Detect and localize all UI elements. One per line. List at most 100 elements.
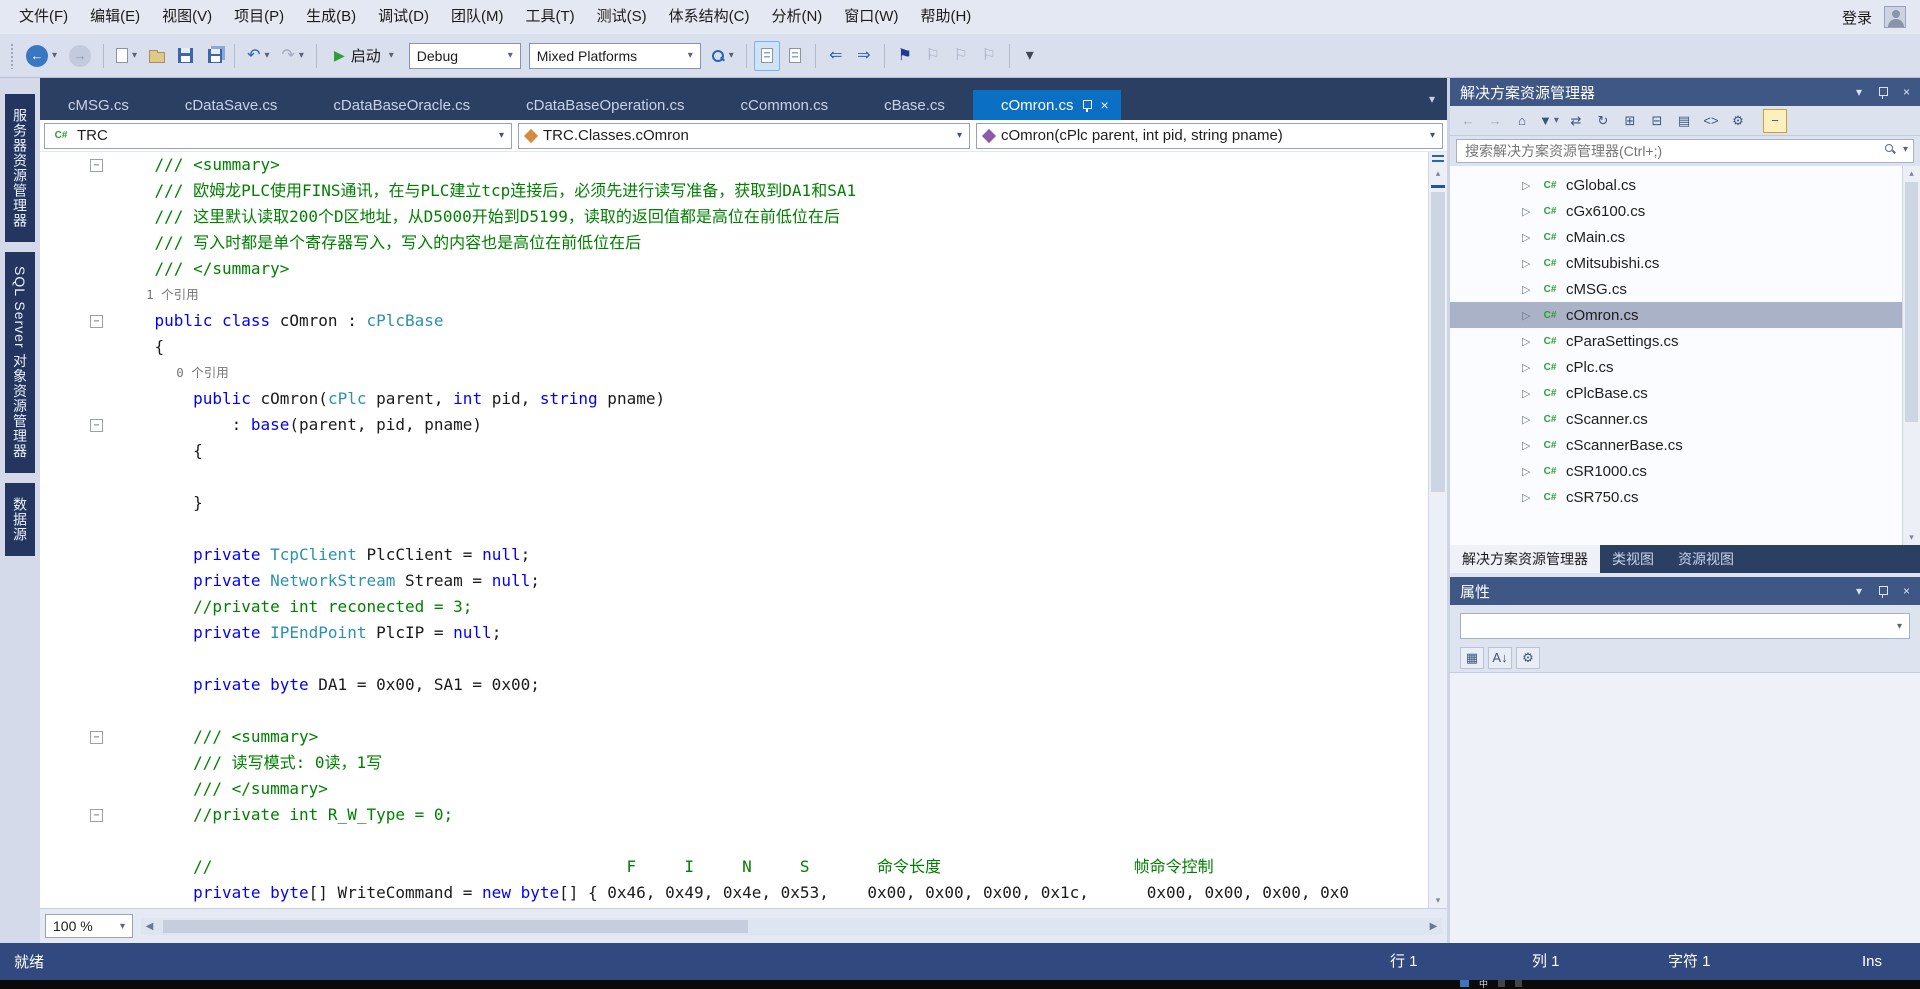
expand-all-icon[interactable]: ⊞ bbox=[1618, 109, 1642, 133]
editor-vertical-scrollbar[interactable]: ▴ ▾ bbox=[1428, 152, 1447, 908]
scroll-up-button[interactable]: ▴ bbox=[1903, 166, 1920, 180]
sync-with-active-document-icon[interactable]: ⇄ bbox=[1564, 109, 1588, 133]
toolbar-options-button[interactable]: ▾ bbox=[1017, 41, 1043, 71]
solution-tree-item[interactable]: ▷C#cSR750.cs bbox=[1450, 484, 1920, 510]
scroll-right-button[interactable]: ▶ bbox=[1425, 921, 1442, 932]
scroll-down-button[interactable]: ▾ bbox=[1903, 530, 1920, 544]
expander-icon[interactable]: ▷ bbox=[1522, 205, 1534, 218]
toggle-bookmark-button[interactable]: ⚑ bbox=[892, 41, 918, 71]
panel-tab[interactable]: 资源视图 bbox=[1666, 545, 1746, 573]
scrollbar-thumb[interactable] bbox=[1905, 182, 1918, 422]
increase-indent-button[interactable]: ⇒ bbox=[851, 41, 877, 71]
filter-icon[interactable]: ▼▾ bbox=[1537, 109, 1561, 133]
expander-icon[interactable]: ▷ bbox=[1522, 491, 1534, 504]
splitter-grip[interactable] bbox=[1432, 155, 1444, 164]
solution-tree-item[interactable]: ▷C#cMitsubishi.cs bbox=[1450, 250, 1920, 276]
expander-icon[interactable]: ▷ bbox=[1522, 387, 1534, 400]
pin-icon[interactable] bbox=[1878, 86, 1887, 99]
properties-header[interactable]: 属性 ▾ × bbox=[1450, 577, 1920, 605]
navigate-back-icon[interactable]: ← bbox=[1456, 109, 1480, 133]
window-position-icon[interactable]: ▾ bbox=[1856, 584, 1862, 598]
solution-tree-item[interactable]: ▷C#cPlcBase.cs bbox=[1450, 380, 1920, 406]
side-tool-tab[interactable]: 服务器资源管理器 bbox=[5, 94, 35, 242]
expander-icon[interactable]: ▷ bbox=[1522, 231, 1534, 244]
solution-tree-item[interactable]: ▷C#cPlc.cs bbox=[1450, 354, 1920, 380]
menu-item[interactable]: 测试(S) bbox=[586, 0, 658, 34]
menu-item[interactable]: 生成(B) bbox=[295, 0, 367, 34]
expander-icon[interactable]: ▷ bbox=[1522, 439, 1534, 452]
menu-item[interactable]: 调试(D) bbox=[367, 0, 440, 34]
close-icon[interactable]: × bbox=[1903, 85, 1910, 99]
properties-grid[interactable] bbox=[1450, 673, 1920, 943]
navigate-forward-button[interactable]: → bbox=[64, 41, 96, 71]
side-tool-tab[interactable]: 数据源 bbox=[5, 483, 35, 556]
redo-button[interactable]: ↷▾ bbox=[277, 41, 309, 71]
menu-item[interactable]: 编辑(E) bbox=[79, 0, 151, 34]
open-file-button[interactable] bbox=[144, 41, 170, 71]
navigate-forward-icon[interactable]: → bbox=[1483, 109, 1507, 133]
solution-tree-item[interactable]: ▷C#cGx6100.cs bbox=[1450, 198, 1920, 224]
pin-icon[interactable] bbox=[1878, 585, 1887, 598]
close-icon[interactable]: × bbox=[1100, 98, 1108, 112]
expander-icon[interactable]: ▷ bbox=[1522, 257, 1534, 270]
expander-icon[interactable]: ▷ bbox=[1522, 179, 1534, 192]
chevron-down-icon[interactable]: ▾ bbox=[1903, 144, 1908, 155]
pin-icon[interactable] bbox=[1082, 99, 1091, 112]
menu-item[interactable]: 文件(F) bbox=[8, 0, 79, 34]
menu-item[interactable]: 团队(M) bbox=[440, 0, 515, 34]
refresh-icon[interactable]: ↻ bbox=[1591, 109, 1615, 133]
solution-tree-item[interactable]: ▷C#cMain.cs bbox=[1450, 224, 1920, 250]
search-input[interactable] bbox=[1456, 139, 1914, 163]
expander-icon[interactable]: ▷ bbox=[1522, 335, 1534, 348]
comment-selection-button[interactable] bbox=[754, 41, 780, 71]
alphabetical-icon[interactable]: A↓ bbox=[1488, 647, 1512, 669]
window-position-icon[interactable]: ▾ bbox=[1856, 85, 1862, 99]
next-bookmark-button[interactable]: ⚐ bbox=[948, 41, 974, 71]
editor-horizontal-scrollbar[interactable]: ◀ ▶ bbox=[141, 918, 1442, 935]
solution-platform-combobox[interactable]: Mixed Platforms ▾ bbox=[529, 43, 701, 69]
side-tool-tab[interactable]: SQL Server 对象资源管理器 bbox=[5, 252, 35, 473]
user-avatar[interactable] bbox=[1884, 6, 1906, 28]
menu-item[interactable]: 体系结构(C) bbox=[658, 0, 761, 34]
tab-overflow-icon[interactable]: ▾ bbox=[1417, 92, 1447, 106]
expander-icon[interactable]: ▷ bbox=[1522, 361, 1534, 374]
solution-explorer-header[interactable]: 解决方案资源管理器 ▾ × bbox=[1450, 78, 1920, 106]
document-tab[interactable]: cBase.cs bbox=[856, 90, 973, 120]
properties-object-combobox[interactable]: ▾ bbox=[1460, 613, 1910, 639]
menu-item[interactable]: 视图(V) bbox=[151, 0, 223, 34]
save-all-button[interactable] bbox=[200, 41, 227, 71]
close-icon[interactable]: × bbox=[1903, 584, 1910, 598]
solution-tree-item[interactable]: ▷C#cSR1000.cs bbox=[1450, 458, 1920, 484]
clear-bookmarks-button[interactable]: ⚐ bbox=[976, 41, 1002, 71]
expander-icon[interactable]: ▷ bbox=[1522, 283, 1534, 296]
view-code-icon[interactable]: <> bbox=[1699, 109, 1723, 133]
new-file-button[interactable]: ▾ bbox=[111, 41, 142, 71]
properties-icon[interactable]: ⚙ bbox=[1726, 109, 1750, 133]
solution-tree-item[interactable]: ▷C#cScannerBase.cs bbox=[1450, 432, 1920, 458]
document-tab[interactable]: cCommon.cs bbox=[713, 90, 857, 120]
type-combobox[interactable]: TRC.Classes.cOmron ▾ bbox=[518, 123, 970, 149]
undo-button[interactable]: ↶▾ bbox=[242, 41, 274, 71]
scroll-up-button[interactable]: ▴ bbox=[1429, 166, 1447, 180]
decrease-indent-button[interactable]: ⇐ bbox=[823, 41, 849, 71]
solution-tree-item[interactable]: ▷C#cMSG.cs bbox=[1450, 276, 1920, 302]
search-icon[interactable] bbox=[1885, 144, 1896, 155]
fold-collapse-icon[interactable]: − bbox=[90, 419, 103, 432]
solution-tree-item[interactable]: ▷C#cGlobal.cs bbox=[1450, 172, 1920, 198]
expander-icon[interactable]: ▷ bbox=[1522, 309, 1534, 322]
ime-indicator[interactable]: 中 bbox=[1479, 980, 1488, 989]
navigate-backward-button[interactable]: ←▾ bbox=[21, 41, 62, 71]
fold-collapse-icon[interactable]: − bbox=[90, 159, 103, 172]
sign-in-button[interactable]: 登录 bbox=[1842, 7, 1872, 28]
zoom-combobox[interactable]: 100 % ▾ bbox=[45, 914, 133, 938]
fold-collapse-icon[interactable]: − bbox=[90, 731, 103, 744]
scroll-down-button[interactable]: ▾ bbox=[1429, 893, 1447, 907]
document-tab[interactable]: cDataSave.cs bbox=[157, 90, 306, 120]
tree-vertical-scrollbar[interactable]: ▴ ▾ bbox=[1902, 166, 1920, 545]
project-combobox[interactable]: C# TRC ▾ bbox=[44, 123, 512, 149]
expander-icon[interactable]: ▷ bbox=[1522, 413, 1534, 426]
categorized-icon[interactable]: ▦ bbox=[1460, 647, 1484, 669]
tray-app-icon[interactable] bbox=[1460, 980, 1469, 987]
save-button[interactable] bbox=[172, 41, 198, 71]
property-pages-icon[interactable]: ⚙ bbox=[1516, 647, 1540, 669]
